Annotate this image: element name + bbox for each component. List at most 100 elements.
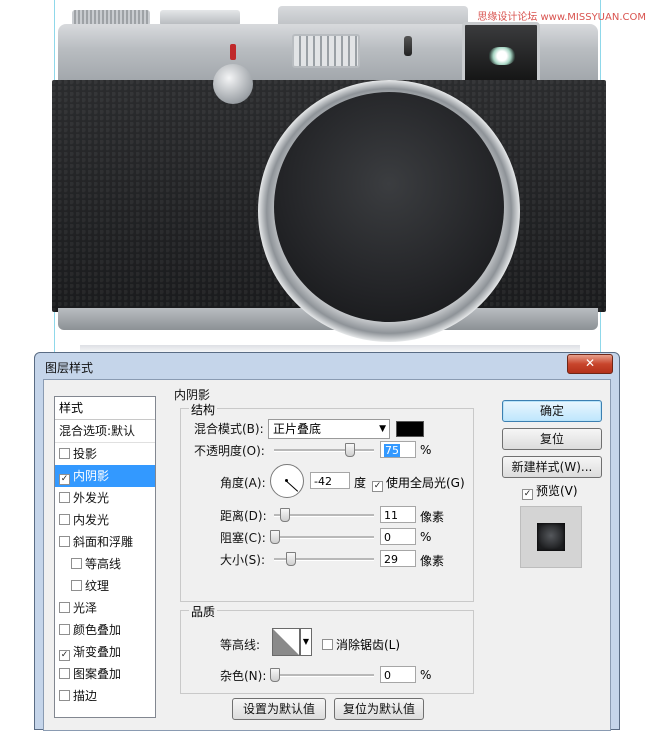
checkbox-empty-icon[interactable] <box>71 558 82 569</box>
opacity-label: 不透明度(O): <box>194 444 265 458</box>
preview-checkbox[interactable]: ✓ 预览(V) <box>522 482 578 500</box>
style-item-label: 图案叠加 <box>73 667 122 681</box>
camera-led <box>404 36 412 56</box>
blend-options-item[interactable]: 混合选项:默认 <box>55 420 155 443</box>
distance-slider-thumb[interactable] <box>280 508 290 522</box>
style-item[interactable]: 等高线 <box>55 553 155 575</box>
angle-unit: 度 <box>354 476 367 490</box>
new-style-button[interactable]: 新建样式(W)... <box>502 456 602 478</box>
style-item-label: 颜色叠加 <box>73 623 122 637</box>
style-item[interactable]: 投影 <box>55 443 155 465</box>
opacity-input[interactable]: 75 <box>380 441 416 458</box>
size-unit: 像素 <box>420 554 445 568</box>
style-item-label: 等高线 <box>85 557 122 571</box>
styles-list-items: 投影 ✓ 内阴影 外发光 内发光 斜面和浮雕 等高线 纹理 光泽 颜色叠加 ✓ 渐变叠加 图案叠加 描边 <box>55 443 155 707</box>
style-item-label: 投影 <box>73 447 98 461</box>
viewfinder-glass <box>489 47 515 65</box>
style-item[interactable]: 斜面和浮雕 <box>55 531 155 553</box>
checkbox-empty-icon[interactable] <box>71 580 82 591</box>
camera-lens-cap <box>274 92 504 322</box>
blend-mode-value: 正片叠底 <box>273 422 322 436</box>
check-icon: ✓ <box>522 489 533 500</box>
styles-list-header[interactable]: 样式 <box>55 397 155 420</box>
style-preview-thumbnail <box>537 523 565 551</box>
camera-lever-knob <box>213 64 253 104</box>
reset-default-button[interactable]: 复位为默认值 <box>334 698 424 720</box>
chevron-down-icon: ▼ <box>379 424 386 434</box>
make-default-button[interactable]: 设置为默认值 <box>232 698 326 720</box>
global-light-checkbox[interactable]: ✓ 使用全局光(G) <box>372 474 465 492</box>
camera-illustration: 思缘设计论坛 www.MISSYUAN.COM <box>0 0 652 355</box>
style-item-label: 斜面和浮雕 <box>73 535 134 549</box>
size-label: 大小(S): <box>220 553 266 567</box>
antialias-checkbox[interactable]: 消除锯齿(L) <box>322 636 400 653</box>
choke-slider-thumb[interactable] <box>270 530 280 544</box>
check-icon[interactable]: ✓ <box>59 650 70 661</box>
contour-label: 等高线: <box>220 638 261 652</box>
noise-label: 杂色(N): <box>220 669 267 683</box>
quality-title: 品质 <box>189 603 218 620</box>
size-input[interactable]: 29 <box>380 550 416 567</box>
style-item[interactable]: 外发光 <box>55 487 155 509</box>
style-item[interactable]: 图案叠加 <box>55 663 155 685</box>
dialog-title: 图层样式 <box>45 361 94 375</box>
camera-lever-red-mark <box>230 44 236 60</box>
reset-button[interactable]: 复位 <box>502 428 602 450</box>
chevron-down-icon: ▼ <box>302 637 310 646</box>
choke-unit: % <box>420 530 432 544</box>
angle-label: 角度(A): <box>220 476 266 490</box>
style-item-label: 渐变叠加 <box>73 645 122 659</box>
choke-input[interactable]: 0 <box>380 528 416 545</box>
style-item[interactable]: 光泽 <box>55 597 155 619</box>
style-item[interactable]: 颜色叠加 <box>55 619 155 641</box>
contour-picker[interactable] <box>272 628 300 656</box>
check-icon[interactable]: ✓ <box>59 474 70 485</box>
style-item[interactable]: ✓ 内阴影 <box>55 465 155 487</box>
checkbox-empty-icon[interactable] <box>59 492 70 503</box>
style-item-label: 内阴影 <box>73 469 110 483</box>
opacity-unit: % <box>420 443 432 457</box>
style-item[interactable]: 描边 <box>55 685 155 707</box>
distance-input[interactable]: 11 <box>380 506 416 523</box>
contour-dropdown[interactable]: ▼ <box>300 628 312 656</box>
checkbox-empty-icon[interactable] <box>59 690 70 701</box>
checkbox-empty-icon <box>322 639 333 650</box>
checkbox-empty-icon[interactable] <box>59 536 70 547</box>
checkbox-empty-icon[interactable] <box>59 514 70 525</box>
blend-mode-select[interactable]: 正片叠底 ▼ <box>268 419 390 439</box>
size-slider-thumb[interactable] <box>286 552 296 566</box>
angle-input[interactable]: -42 <box>310 472 350 489</box>
checkbox-empty-icon[interactable] <box>59 448 70 459</box>
ok-button[interactable]: 确定 <box>502 400 602 422</box>
style-item-label: 光泽 <box>73 601 98 615</box>
noise-input[interactable]: 0 <box>380 666 416 683</box>
angle-dial-hand <box>286 481 299 492</box>
angle-dial-center <box>285 479 288 482</box>
structure-title: 结构 <box>189 401 218 418</box>
antialias-label: 消除锯齿(L) <box>336 638 401 652</box>
shadow-color-swatch[interactable] <box>396 421 424 437</box>
noise-slider-thumb[interactable] <box>270 668 280 682</box>
watermark: 思缘设计论坛 www.MISSYUAN.COM <box>477 12 646 23</box>
layer-style-dialog: 图层样式 ✕ 样式 混合选项:默认 投影 ✓ 内阴影 外发光 内发光 斜面和浮雕 等高线 纹理… <box>34 352 620 731</box>
dialog-titlebar[interactable]: 图层样式 ✕ <box>35 353 619 379</box>
checkbox-empty-icon[interactable] <box>59 602 70 613</box>
camera-flash-grill <box>292 34 360 68</box>
style-item[interactable]: 纹理 <box>55 575 155 597</box>
checkbox-empty-icon[interactable] <box>59 668 70 679</box>
style-item-label: 描边 <box>73 689 98 703</box>
angle-dial[interactable] <box>270 464 304 498</box>
choke-slider[interactable] <box>274 536 374 539</box>
styles-list: 样式 混合选项:默认 投影 ✓ 内阴影 外发光 内发光 斜面和浮雕 等高线 纹理 光泽 颜色叠加 ✓… <box>54 396 156 718</box>
noise-unit: % <box>420 668 432 682</box>
opacity-slider[interactable] <box>274 449 374 452</box>
check-icon: ✓ <box>372 481 383 492</box>
opacity-slider-thumb[interactable] <box>345 443 355 457</box>
style-item-label: 外发光 <box>73 491 110 505</box>
close-button[interactable]: ✕ <box>567 354 613 374</box>
style-preview-swatch <box>520 506 582 568</box>
noise-slider[interactable] <box>274 674 374 677</box>
style-item[interactable]: 内发光 <box>55 509 155 531</box>
checkbox-empty-icon[interactable] <box>59 624 70 635</box>
style-item[interactable]: ✓ 渐变叠加 <box>55 641 155 663</box>
